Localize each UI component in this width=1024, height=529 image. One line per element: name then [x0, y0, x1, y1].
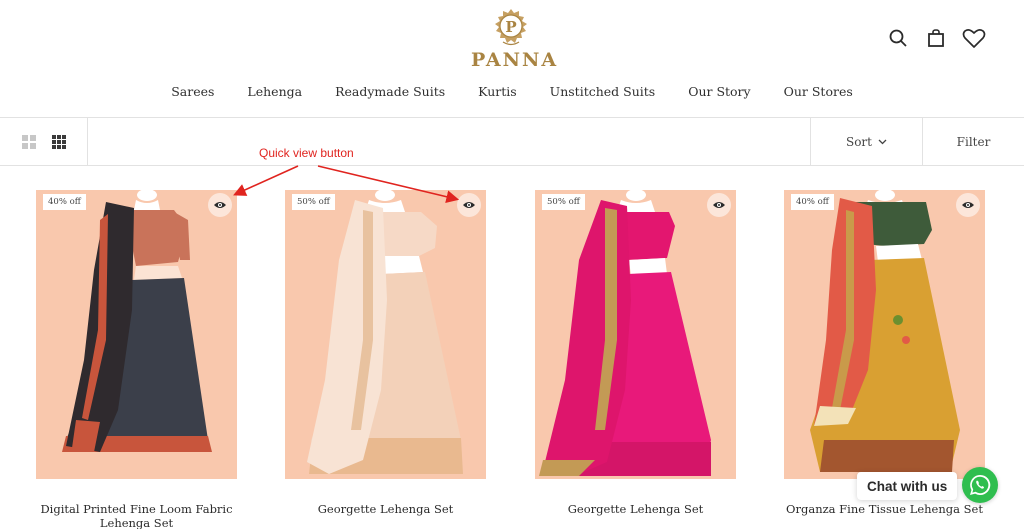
lehenga-image	[285, 190, 486, 479]
header-actions	[886, 26, 986, 50]
whatsapp-icon[interactable]	[962, 467, 998, 503]
quick-view-eye-icon[interactable]	[956, 193, 980, 217]
logo-emblem-icon: P	[495, 9, 527, 46]
nav-item-readymade-suits[interactable]: Readymade Suits	[319, 84, 462, 104]
nav-item-our-story[interactable]: Our Story	[672, 84, 767, 104]
sort-label: Sort	[845, 135, 872, 149]
discount-badge: 40% off	[791, 194, 834, 210]
grid-3-column-icon[interactable]	[51, 135, 66, 149]
product-title[interactable]: Organza Fine Tissue Lehenga Set	[784, 502, 985, 516]
main-nav: Sarees Lehenga Readymade Suits Kurtis Un…	[0, 84, 1024, 104]
quick-view-eye-icon[interactable]	[457, 193, 481, 217]
chat-label: Chat with us	[867, 478, 948, 494]
product-card[interactable]: 40% off Digital Printed Fine Loom Fabric…	[36, 190, 237, 529]
product-title[interactable]: Digital Printed Fine Loom Fabric Lehenga…	[36, 502, 237, 529]
chevron-down-icon	[878, 139, 887, 145]
nav-item-kurtis[interactable]: Kurtis	[462, 84, 534, 104]
lehenga-image	[535, 190, 736, 479]
lehenga-image	[36, 190, 237, 479]
nav-item-our-stores[interactable]: Our Stores	[767, 84, 869, 104]
search-icon[interactable]	[886, 26, 910, 50]
product-card[interactable]: 50% off Georgette Lehenga Set	[535, 190, 736, 516]
collection-toolbar: Sort Filter	[0, 118, 1024, 166]
product-title[interactable]: Georgette Lehenga Set	[535, 502, 736, 516]
product-image[interactable]: 50% off	[285, 190, 486, 479]
product-card[interactable]: 50% off Georgette Lehenga Set	[285, 190, 486, 516]
quick-view-eye-icon[interactable]	[707, 193, 731, 217]
filter-button[interactable]: Filter	[923, 118, 1024, 166]
product-card[interactable]: 40% off Organza Fine Tissue Lehenga Set	[784, 190, 985, 516]
layout-toggles	[0, 118, 88, 166]
brand-name: PANNA	[471, 49, 559, 71]
brand-logo[interactable]: P PANNA	[471, 8, 559, 71]
grid-2-column-icon[interactable]	[21, 135, 36, 149]
product-image[interactable]: 40% off	[784, 190, 985, 479]
nav-item-lehenga[interactable]: Lehenga	[231, 84, 319, 104]
product-image[interactable]: 50% off	[535, 190, 736, 479]
quick-view-eye-icon[interactable]	[208, 193, 232, 217]
bag-icon[interactable]	[924, 26, 948, 50]
heart-icon[interactable]	[962, 26, 986, 50]
discount-badge: 40% off	[43, 194, 86, 210]
nav-item-sarees[interactable]: Sarees	[155, 84, 231, 104]
chat-with-us-button[interactable]: Chat with us	[857, 472, 958, 500]
nav-item-unstitched-suits[interactable]: Unstitched Suits	[533, 84, 672, 104]
svg-text:P: P	[505, 18, 516, 36]
annotation-label: Quick view button	[259, 146, 354, 160]
discount-badge: 50% off	[542, 194, 585, 210]
sort-button[interactable]: Sort	[810, 118, 923, 166]
product-image[interactable]: 40% off	[36, 190, 237, 479]
product-title[interactable]: Georgette Lehenga Set	[285, 502, 486, 516]
filter-label: Filter	[956, 135, 991, 149]
discount-badge: 50% off	[292, 194, 335, 210]
site-header: P PANNA Sarees Lehenga Readymade Suits K…	[0, 0, 1024, 118]
lehenga-image	[784, 190, 985, 479]
